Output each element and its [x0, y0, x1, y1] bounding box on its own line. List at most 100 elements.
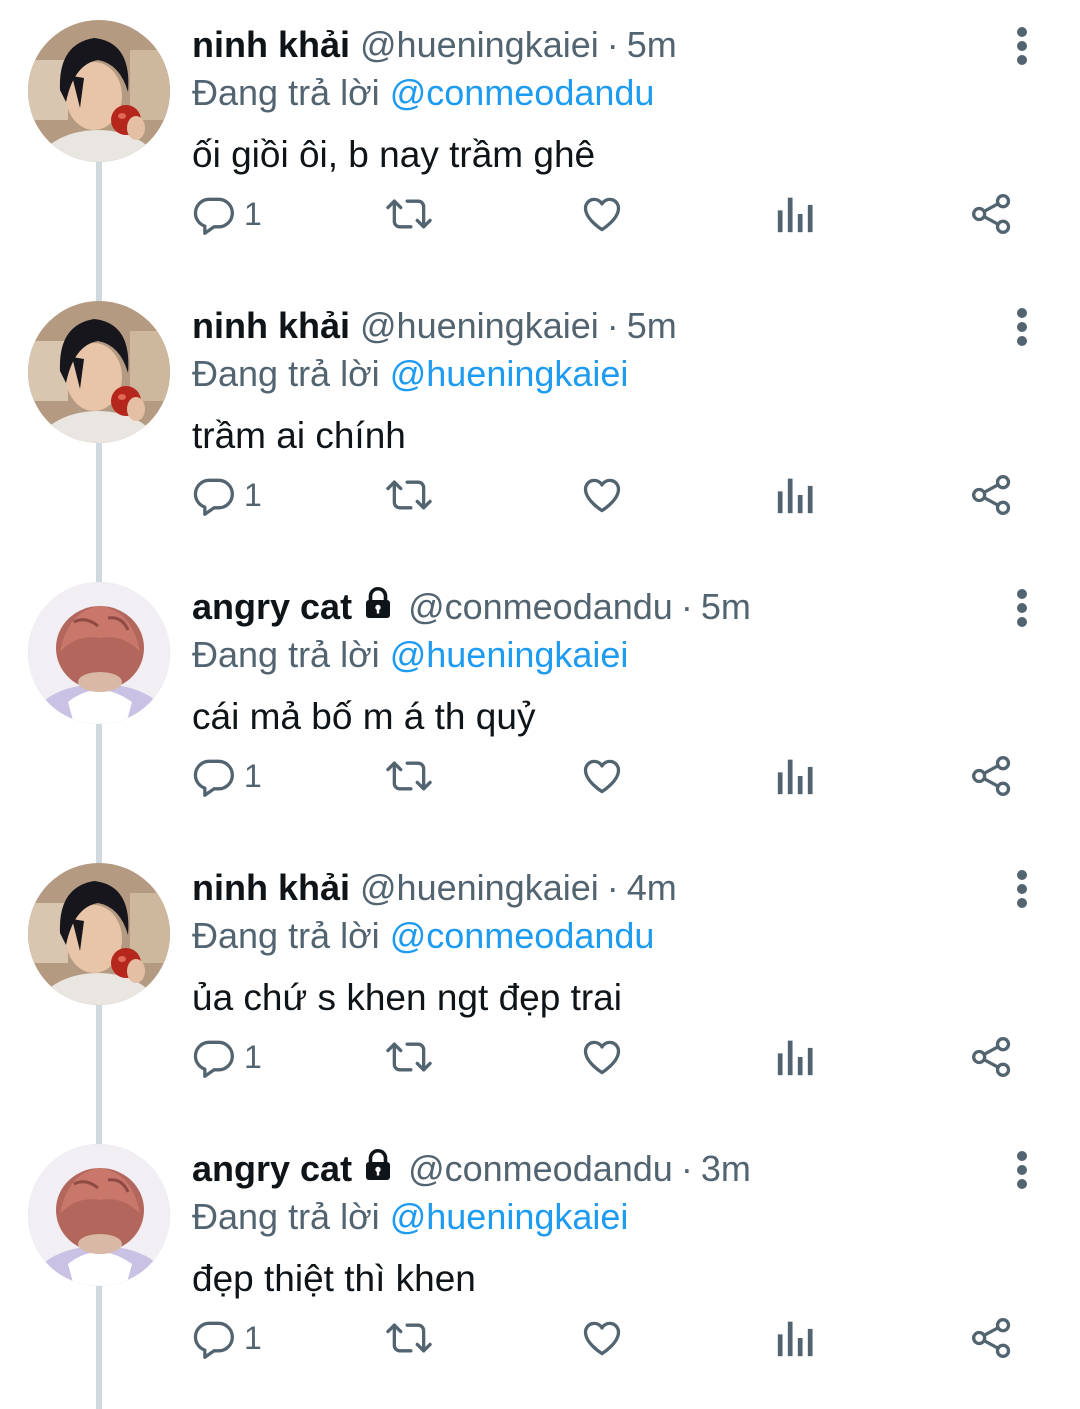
display-name[interactable]: ninh khải: [192, 24, 350, 66]
timestamp[interactable]: 3m: [701, 1148, 751, 1190]
display-name[interactable]: ninh khải: [192, 305, 350, 347]
share-button[interactable]: [970, 190, 1014, 238]
timestamp[interactable]: 5m: [701, 586, 751, 628]
display-name[interactable]: angry cat: [192, 586, 352, 628]
share-button[interactable]: [970, 1314, 1014, 1362]
more-options-button[interactable]: [1006, 22, 1038, 70]
avatar[interactable]: [28, 20, 170, 162]
retweet-button[interactable]: [384, 752, 434, 800]
retweet-button[interactable]: [384, 190, 434, 238]
retweet-icon: [386, 480, 432, 510]
tweet[interactable]: ninh khải @hueningkaiei · 4m Đang trả lờ…: [0, 843, 1080, 1124]
heart-icon: [583, 1321, 621, 1356]
analytics-icon: [777, 478, 813, 514]
like-button[interactable]: [580, 752, 624, 800]
replying-to-label: Đang trả lời: [192, 915, 380, 956]
views-button[interactable]: [776, 1314, 816, 1362]
reply-count: 1: [244, 476, 262, 513]
display-name[interactable]: angry cat: [192, 1148, 352, 1190]
views-button[interactable]: [776, 752, 816, 800]
tweet-text: cái mả bố m á th quỷ: [192, 696, 536, 737]
tweet-actions: 1: [192, 471, 1042, 519]
avatar[interactable]: [28, 1144, 170, 1286]
views-button[interactable]: [776, 190, 816, 238]
separator-dot: ·: [680, 1148, 693, 1189]
views-button[interactable]: [776, 471, 816, 519]
reply-button[interactable]: 1: [192, 471, 262, 519]
tweet-text: trầm ai chính: [192, 415, 406, 456]
separator-dot: ·: [606, 305, 619, 346]
more-options-button[interactable]: [1006, 865, 1038, 913]
replying-to-line: Đang trả lời @hueningkaiei: [192, 353, 628, 395]
retweet-button[interactable]: [384, 471, 434, 519]
heart-icon: [583, 759, 621, 794]
tweet[interactable]: ninh khải @hueningkaiei · 5m Đang trả lờ…: [0, 0, 1080, 281]
tweet-header: angry cat @conmeodandu · 3m: [192, 1146, 751, 1192]
more-options-button[interactable]: [1006, 584, 1038, 632]
timestamp[interactable]: 5m: [627, 305, 677, 347]
avatar[interactable]: [28, 301, 170, 443]
retweet-icon: [386, 1042, 432, 1072]
reply-button[interactable]: 1: [192, 1033, 262, 1081]
like-button[interactable]: [580, 1314, 624, 1362]
avatar[interactable]: [28, 582, 170, 724]
analytics-icon: [777, 1040, 813, 1076]
replying-to-line: Đang trả lời @conmeodandu: [192, 72, 654, 114]
views-button[interactable]: [776, 1033, 816, 1081]
tweet[interactable]: angry cat @conmeodandu · 5m Đang trả lời…: [0, 562, 1080, 843]
lock-icon: [360, 1147, 396, 1192]
tweet-actions: 1: [192, 190, 1042, 238]
retweet-button[interactable]: [384, 1033, 434, 1081]
tweet[interactable]: ninh khải @hueningkaiei · 5m Đang trả lờ…: [0, 281, 1080, 562]
reply-count: 1: [244, 1319, 262, 1356]
tweet-actions: 1: [192, 752, 1042, 800]
analytics-icon: [777, 1321, 813, 1357]
replying-to-label: Đang trả lời: [192, 72, 380, 113]
tweet-header: angry cat @conmeodandu · 5m: [192, 584, 751, 630]
like-button[interactable]: [580, 471, 624, 519]
tweet-header: ninh khải @hueningkaiei · 4m: [192, 865, 677, 911]
more-vertical-icon: [1017, 308, 1027, 346]
avatar[interactable]: [28, 863, 170, 1005]
share-button[interactable]: [970, 752, 1014, 800]
retweet-icon: [386, 1323, 432, 1353]
retweet-icon: [386, 199, 432, 229]
reply-button[interactable]: 1: [192, 1314, 262, 1362]
tweet-text: đẹp thiệt thì khen: [192, 1258, 476, 1299]
user-handle[interactable]: @conmeodandu: [408, 586, 673, 628]
tweet-text: ủa chứ s khen ngt đẹp trai: [192, 977, 622, 1018]
reply-icon: [193, 197, 234, 235]
reply-count: 1: [244, 195, 262, 232]
more-options-button[interactable]: [1006, 1146, 1038, 1194]
tweet-actions: 1: [192, 1033, 1042, 1081]
retweet-button[interactable]: [384, 1314, 434, 1362]
replying-to-mention[interactable]: @conmeodandu: [390, 915, 655, 956]
analytics-icon: [777, 759, 813, 795]
replying-to-mention[interactable]: @hueningkaiei: [390, 634, 629, 675]
reply-count: 1: [244, 757, 262, 794]
share-button[interactable]: [970, 471, 1014, 519]
more-vertical-icon: [1017, 589, 1027, 627]
user-handle[interactable]: @hueningkaiei: [360, 867, 599, 909]
like-button[interactable]: [580, 190, 624, 238]
timestamp[interactable]: 5m: [627, 24, 677, 66]
reply-button[interactable]: 1: [192, 752, 262, 800]
user-handle[interactable]: @hueningkaiei: [360, 305, 599, 347]
separator-dot: ·: [606, 24, 619, 65]
replying-to-mention[interactable]: @hueningkaiei: [390, 353, 629, 394]
timestamp[interactable]: 4m: [627, 867, 677, 909]
tweet[interactable]: angry cat @conmeodandu · 3m Đang trả lời…: [0, 1124, 1080, 1405]
more-options-button[interactable]: [1006, 303, 1038, 351]
share-button[interactable]: [970, 1033, 1014, 1081]
reply-icon: [193, 478, 234, 516]
like-button[interactable]: [580, 1033, 624, 1081]
heart-icon: [583, 478, 621, 513]
display-name[interactable]: ninh khải: [192, 867, 350, 909]
user-handle[interactable]: @hueningkaiei: [360, 24, 599, 66]
reply-button[interactable]: 1: [192, 190, 262, 238]
replying-to-mention[interactable]: @hueningkaiei: [390, 1196, 629, 1237]
replying-to-mention[interactable]: @conmeodandu: [390, 72, 655, 113]
user-handle[interactable]: @conmeodandu: [408, 1148, 673, 1190]
more-vertical-icon: [1017, 1151, 1027, 1189]
more-vertical-icon: [1017, 27, 1027, 65]
